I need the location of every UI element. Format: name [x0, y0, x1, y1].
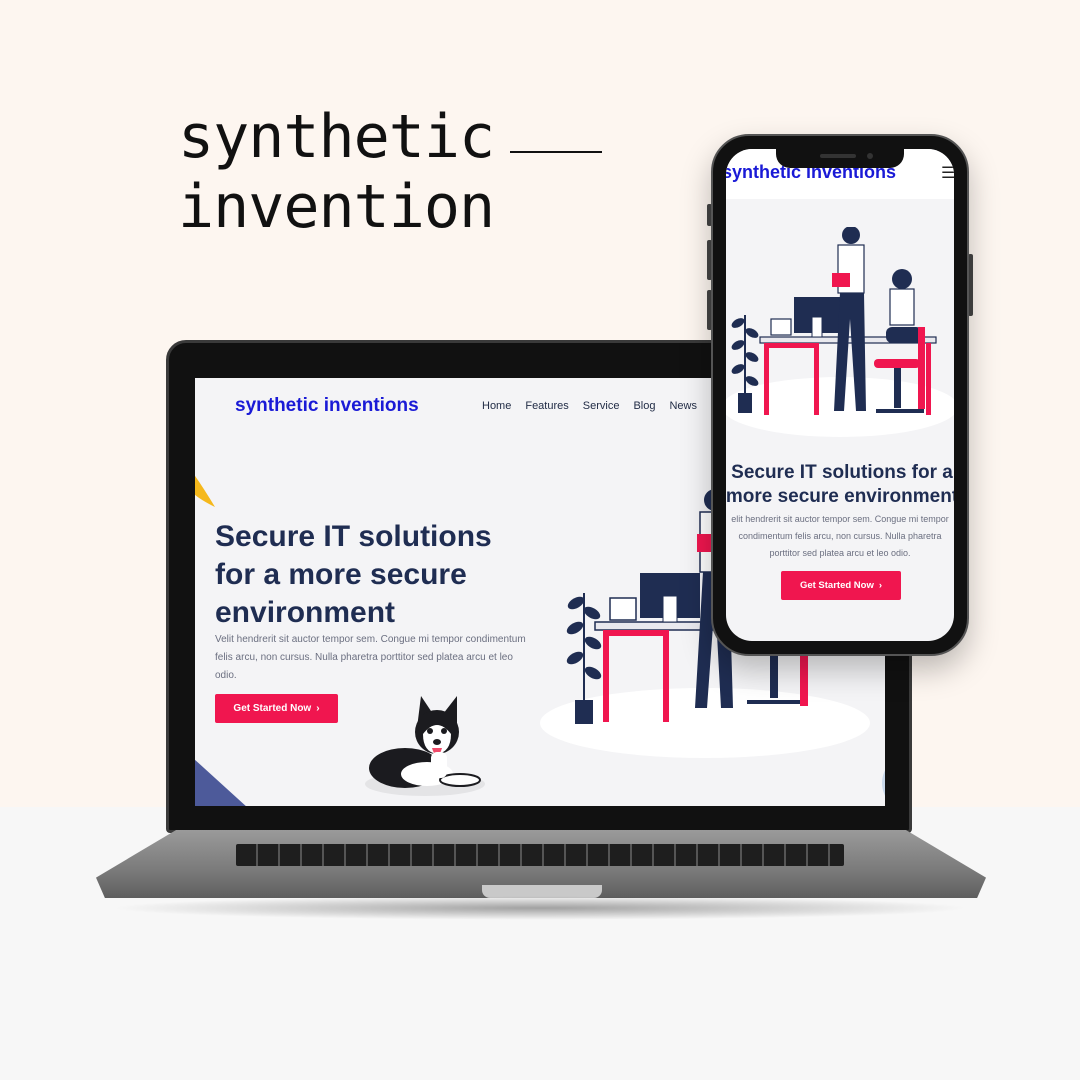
- laptop-shadow: [110, 896, 970, 920]
- hero-description: Velit hendrerit sit auctor tempor sem. C…: [215, 634, 526, 681]
- mobile-hero-title-line-2: more secure environment: [726, 486, 954, 507]
- mobile-get-started-button[interactable]: Get Started Now ›: [781, 571, 901, 600]
- mobile-get-started-label: Get Started Now: [799, 580, 874, 591]
- mobile-hero-title: Secure IT solutions for a more secure en…: [726, 461, 954, 509]
- get-started-button[interactable]: Get Started Now ›: [215, 694, 338, 723]
- headline-underscore: [510, 151, 603, 153]
- hamburger-menu-icon[interactable]: ☰: [941, 163, 954, 183]
- chevron-right-icon: ›: [878, 580, 883, 591]
- nav-features[interactable]: Features: [525, 400, 568, 412]
- yellow-swoosh-decoration: [195, 475, 215, 507]
- mobile-hero-description: elit hendrerit sit auctor tempor sem. Co…: [731, 514, 949, 558]
- phone-speaker: [820, 154, 856, 158]
- get-started-label: Get Started Now: [233, 703, 312, 714]
- phone-camera: [867, 153, 873, 159]
- phone-screen: synthetic inventions ☰ Secure IT solutio…: [726, 149, 954, 641]
- site-nav: Home Features Service Blog News: [482, 400, 697, 412]
- nav-home[interactable]: Home: [482, 400, 511, 412]
- blue-corner-decoration: [195, 759, 246, 806]
- nav-news[interactable]: News: [669, 400, 697, 412]
- headline-word-synthetic: synthetic: [178, 102, 495, 172]
- husky-dog-illustration: [365, 696, 485, 796]
- nav-service[interactable]: Service: [583, 400, 620, 412]
- headline-line-2: invention: [178, 172, 495, 242]
- headline-line-1: synthetic: [178, 102, 603, 172]
- site-logo[interactable]: synthetic inventions: [235, 395, 419, 417]
- brand-headline: synthetic invention: [178, 102, 603, 242]
- mobile-hero-title-line-1: Secure IT solutions for a: [731, 462, 953, 483]
- hero-title: Secure IT solutions for a more secure en…: [215, 520, 492, 629]
- chevron-right-icon: ›: [316, 703, 320, 714]
- nav-blog[interactable]: Blog: [633, 400, 655, 412]
- laptop-keyboard: [236, 844, 844, 866]
- mobile-office-illustration: [726, 227, 954, 437]
